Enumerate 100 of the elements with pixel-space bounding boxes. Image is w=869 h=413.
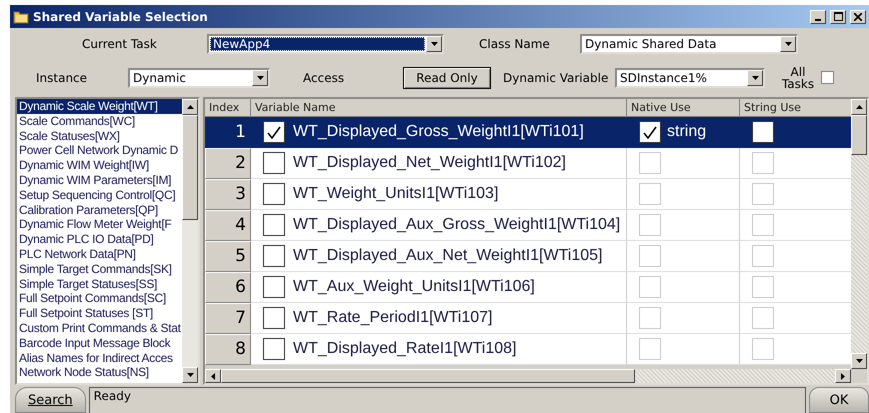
scroll-down-arrow-icon [186, 373, 194, 377]
scroll-down-arrow-icon [856, 359, 862, 363]
table-row[interactable]: 3 WT_Weight_UnitsI1[WTi103] [205, 179, 851, 210]
checkbox[interactable] [263, 121, 285, 143]
variable-name: WT_Displayed_RateI1[WTi108] [293, 340, 516, 358]
class-name-dropdown[interactable]: Dynamic Shared Data [580, 34, 798, 54]
variable-name: WT_Rate_PeriodI1[WTi107] [293, 309, 492, 327]
row-index: 4 [205, 210, 251, 241]
folder-icon [13, 10, 29, 24]
instance-dropdown[interactable]: Dynamic [128, 68, 270, 88]
access-label: Access [303, 70, 346, 84]
minimize-button[interactable] [810, 10, 826, 24]
checkbox[interactable] [263, 152, 285, 174]
row-index: 2 [205, 148, 251, 179]
variable-name: WT_Aux_Weight_UnitsI1[WTi106] [293, 278, 535, 296]
list-item[interactable]: Dynamic PLC IO Data[PD] [17, 232, 182, 247]
row-index: 5 [205, 241, 251, 272]
checkbox[interactable] [263, 183, 285, 205]
variable-name: WT_Displayed_Gross_WeightI1[WTi101] [293, 123, 584, 141]
list-item[interactable]: Alias Names for Indirect Acces [17, 350, 182, 366]
checkbox[interactable] [752, 121, 774, 143]
table-row[interactable]: 2 WT_Displayed_Net_WeightI1[WTi102] [205, 148, 851, 179]
checkbox[interactable] [639, 121, 661, 143]
current-task-label: Current Task [82, 37, 158, 51]
close-icon [854, 12, 862, 20]
scroll-thumb[interactable] [851, 115, 867, 155]
list-item[interactable]: Simple Target Statuses[SS] [17, 276, 182, 292]
scroll-thumb[interactable] [182, 115, 198, 220]
scroll-thumb[interactable] [221, 369, 635, 383]
read-only-button[interactable]: Read Only [403, 66, 491, 88]
row-index: 3 [205, 179, 251, 210]
list-item[interactable]: Barcode Input Message Block [17, 336, 182, 351]
close-button[interactable] [850, 10, 866, 24]
checkbox[interactable] [263, 276, 285, 298]
list-item[interactable]: Simple Target Commands[SK] [17, 262, 182, 277]
maximize-icon [834, 12, 842, 21]
column-header[interactable]: Index [205, 99, 251, 117]
row-index: 6 [205, 272, 251, 303]
table-row[interactable]: 1 WT_Displayed_Gross_WeightI1[WTi101] string [205, 117, 851, 148]
list-item[interactable]: Full Setpoint Statuses [ST] [17, 306, 182, 321]
dynamic-variable-dropdown[interactable]: SDInstance1% [615, 68, 765, 88]
search-button[interactable]: Search [15, 387, 86, 413]
variable-name: WT_Weight_UnitsI1[WTi103] [293, 185, 498, 203]
instance-label: Instance [36, 70, 88, 84]
variable-name: WT_Displayed_Net_WeightI1[WTi102] [293, 154, 566, 172]
table-row[interactable]: 8 WT_Displayed_RateI1[WTi108] [205, 334, 851, 365]
class-name-label: Class Name [479, 37, 551, 51]
list-item[interactable]: Network Node Status[NS] [17, 365, 182, 380]
scroll-left-arrow-icon [211, 372, 215, 380]
table-row[interactable]: 5 WT_Displayed_Aux_Net_WeightI1[WTi105] [205, 241, 851, 272]
row-index: 8 [205, 334, 251, 365]
list-item[interactable]: Dynamic WIM Parameters[IM] [17, 172, 182, 188]
check-icon [643, 126, 657, 138]
window-title: Shared Variable Selection [33, 10, 209, 24]
scroll-right-arrow-icon [841, 372, 845, 380]
list-item[interactable]: PLC Network Data[PN] [17, 246, 182, 262]
scroll-left-button[interactable] [205, 369, 221, 383]
dynamic-variable-label: Dynamic Variable [503, 70, 610, 84]
column-header[interactable]: Variable Name [251, 99, 627, 117]
all-tasks-checkbox[interactable] [821, 71, 834, 84]
column-header[interactable]: Native Use [627, 99, 740, 117]
list-item[interactable]: Full Setpoint Commands[SC] [17, 291, 182, 306]
row-index: 7 [205, 303, 251, 334]
list-item[interactable]: Scale Commands[WC] [17, 114, 182, 129]
list-item[interactable]: Dynamic WIM Weight[IW] [17, 158, 182, 173]
native-use-text: string [667, 123, 706, 141]
status-text: Ready [88, 387, 806, 413]
scroll-up-arrow-icon [856, 105, 862, 109]
scroll-down-button[interactable] [182, 367, 198, 383]
list-item[interactable]: Dynamic Flow Meter Weight[F [17, 217, 182, 232]
dropdown-arrow-icon [784, 42, 792, 46]
list-item[interactable]: Dynamic Scale Weight[WT] [17, 99, 182, 114]
dropdown-arrow-icon [430, 42, 438, 46]
table-row[interactable]: 4 WT_Displayed_Aux_Gross_WeightI1[WTi104] [205, 210, 851, 241]
scroll-up-button[interactable] [182, 99, 198, 115]
list-item[interactable]: Setup Sequencing Control[QC] [17, 188, 182, 203]
maximize-button[interactable] [830, 10, 846, 24]
task-dropdown[interactable]: NewApp4 [207, 34, 444, 54]
scroll-up-button[interactable] [851, 99, 867, 115]
ok-button[interactable]: OK [809, 387, 869, 413]
checkbox[interactable] [263, 214, 285, 236]
dropdown-arrow-icon [256, 76, 264, 80]
table-row[interactable]: 6 WT_Aux_Weight_UnitsI1[WTi106] [205, 272, 851, 303]
scroll-down-button[interactable] [851, 353, 867, 369]
all-tasks-label: All Tasks [780, 66, 816, 90]
minimize-icon [815, 18, 821, 20]
dropdown-arrow-icon [752, 76, 758, 80]
scroll-right-button[interactable] [835, 369, 851, 383]
list-item[interactable]: Scale Statuses[WX] [17, 128, 182, 144]
variable-name: WT_Displayed_Aux_Gross_WeightI1[WTi104] [293, 216, 620, 234]
list-item[interactable]: Custom Print Commands & Stat [17, 320, 182, 336]
list-item[interactable]: Power Cell Network Dynamic D [17, 143, 182, 158]
checkbox[interactable] [263, 338, 285, 360]
checkbox[interactable] [263, 307, 285, 329]
list-item[interactable]: Calibration Parameters[QP] [17, 202, 182, 218]
variable-name: WT_Displayed_Aux_Net_WeightI1[WTi105] [293, 247, 602, 265]
checkbox[interactable] [263, 245, 285, 267]
check-icon [267, 126, 281, 138]
table-row[interactable]: 7 WT_Rate_PeriodI1[WTi107] [205, 303, 851, 334]
scroll-up-arrow-icon [186, 105, 194, 109]
